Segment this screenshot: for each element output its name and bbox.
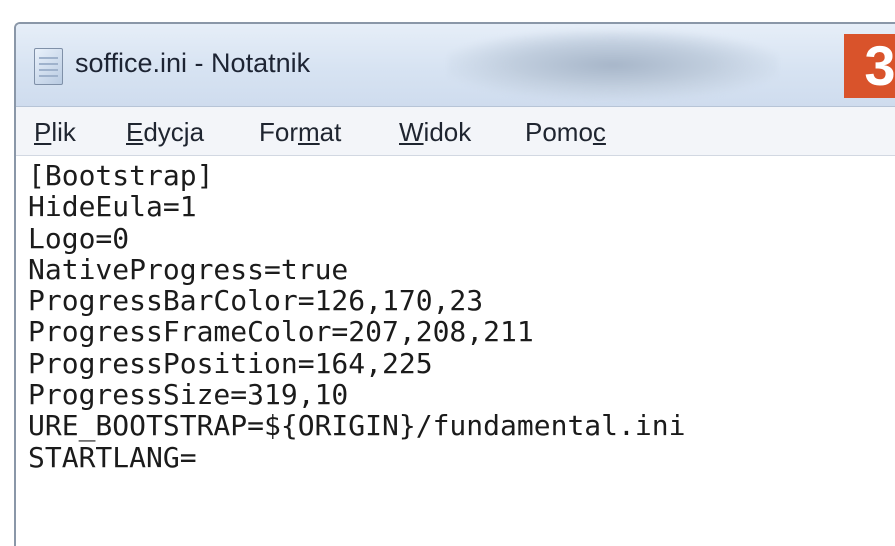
menu-plik[interactable]: Plik <box>34 117 76 148</box>
editor-line: HideEula=1 <box>28 190 197 224</box>
step-number-badge: 3 <box>844 34 895 98</box>
editor-line: STARTLANG= <box>28 440 197 474</box>
blurred-region <box>448 30 778 100</box>
editor-line: ProgressBarColor=126,170,23 <box>28 284 484 318</box>
editor-line: ProgressPosition=164,225 <box>28 346 433 380</box>
editor-line: [Bootstrap] <box>28 159 214 192</box>
title-bar[interactable]: soffice.ini - Notatnik 3 <box>16 24 895 107</box>
editor-line: NativeProgress=true <box>28 252 349 286</box>
notepad-file-icon <box>34 48 63 85</box>
menu-format[interactable]: Format <box>259 117 341 148</box>
notepad-window: soffice.ini - Notatnik 3 Plik Edycja For… <box>14 22 895 546</box>
window-title: soffice.ini - Notatnik <box>75 48 311 78</box>
text-editor-area[interactable]: [Bootstrap] HideEula=1 Logo=0 NativeProg… <box>16 156 895 546</box>
editor-line: Logo=0 <box>28 221 130 255</box>
editor-line: URE_BOOTSTRAP=${ORIGIN}/fundamental.ini <box>28 409 686 443</box>
editor-line: ProgressSize=319,10 <box>28 378 349 412</box>
editor-line: ProgressFrameColor=207,208,211 <box>28 315 534 349</box>
menu-edycja[interactable]: Edycja <box>126 117 204 148</box>
editor-lines: [Bootstrap] HideEula=1 Logo=0 NativeProg… <box>28 160 685 473</box>
menu-widok[interactable]: Widok <box>399 117 471 148</box>
menu-pomoc[interactable]: Pomoc <box>525 117 606 148</box>
menu-bar: Plik Edycja Format Widok Pomoc <box>16 107 895 156</box>
